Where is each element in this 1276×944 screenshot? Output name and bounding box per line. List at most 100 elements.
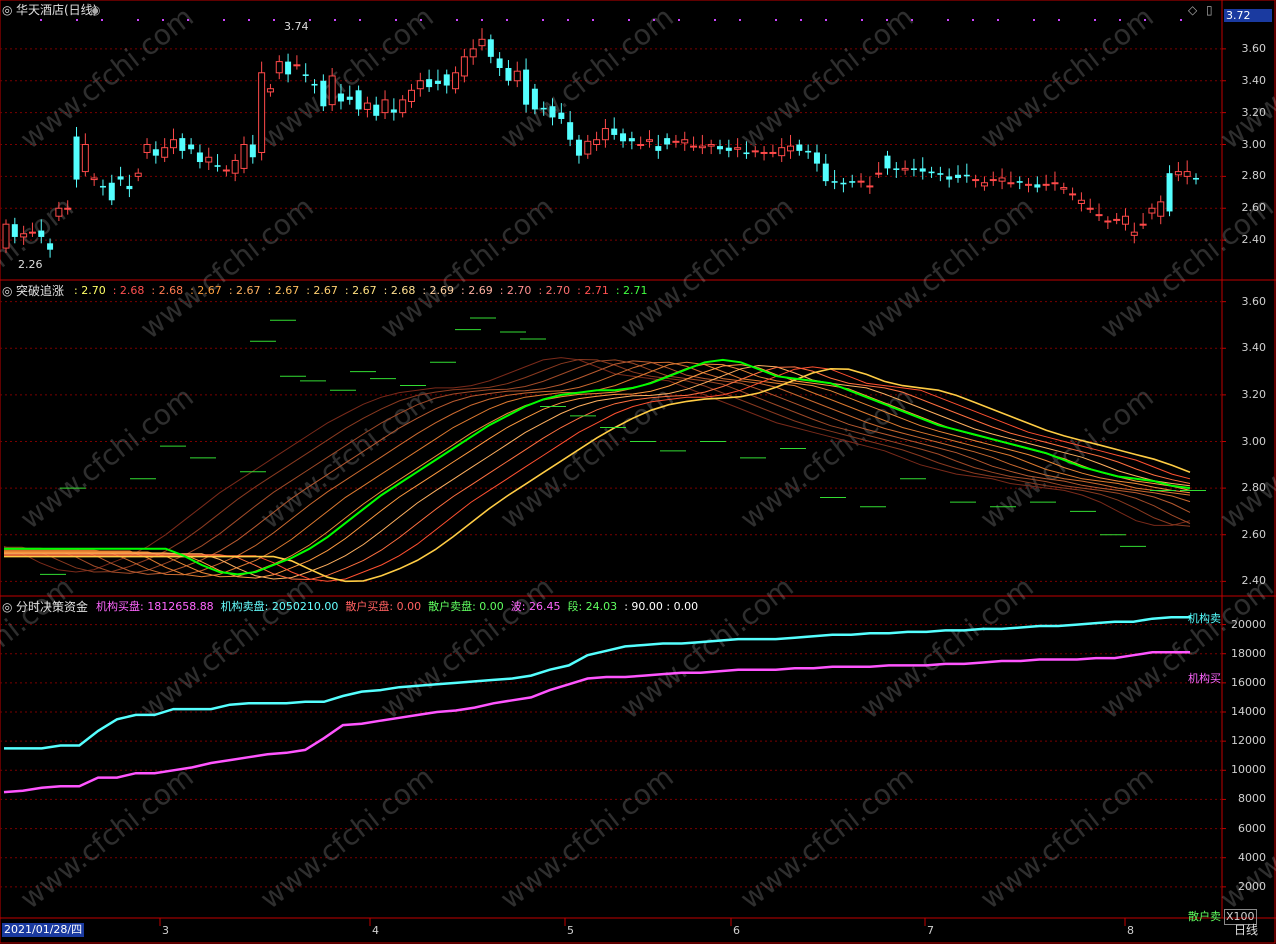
candle-body <box>373 104 380 116</box>
collapse-icon[interactable]: ◎ <box>2 284 12 298</box>
candle-body <box>1077 199 1085 204</box>
candle-body <box>946 176 953 180</box>
candle-body <box>645 139 653 142</box>
candle-body <box>205 156 213 163</box>
candle-body <box>849 181 856 183</box>
signal-dot <box>678 19 680 21</box>
candle-body <box>601 128 609 141</box>
signal-dot <box>309 19 311 21</box>
scroll-icon[interactable]: ▯ <box>1206 3 1213 17</box>
signal-dot <box>628 19 630 21</box>
signal-dot <box>248 19 250 21</box>
settings-icon[interactable]: ◉ <box>90 3 100 17</box>
signal-dot <box>886 19 888 21</box>
signal-dot <box>800 19 802 21</box>
watermark-text: www.cfchi.com <box>854 190 1040 345</box>
y-tick-label: 3.40 <box>1241 341 1267 355</box>
y-tick-label: 14000 <box>1231 705 1266 718</box>
header-value: : 2.68 <box>151 284 184 297</box>
signal-dot <box>1094 19 1096 21</box>
y-tick-label: 8000 <box>1238 792 1266 806</box>
candle-body <box>760 151 768 154</box>
candle-body <box>955 174 961 178</box>
candle-body <box>928 171 935 174</box>
candle-body <box>628 138 635 142</box>
signal-dot <box>359 19 361 21</box>
candle-body <box>1069 193 1077 196</box>
month-label: 7 <box>927 924 934 937</box>
watermark-text: www.cfchi.com <box>1214 380 1276 535</box>
y-tick-label: 16000 <box>1231 675 1266 689</box>
signal-dot <box>76 19 78 21</box>
chart-canvas[interactable]: www.cfchi.com www.cfchi.com www.cfchi.com w… <box>0 0 1276 944</box>
watermark-text: www.cfchi.com <box>974 0 1160 155</box>
period-label[interactable]: 日线 <box>1234 923 1258 937</box>
candle-body <box>875 172 883 175</box>
candle-body <box>99 185 106 188</box>
signal-dot <box>775 19 777 21</box>
signal-dot <box>861 19 863 21</box>
stock-title: 华天酒店(日线) <box>16 3 98 17</box>
signal-dot <box>739 19 741 21</box>
watermark-text: www.cfchi.com <box>494 760 680 915</box>
watermark-text: www.cfchi.com <box>134 190 320 345</box>
y-tick-label: 3.00 <box>1241 434 1267 448</box>
candle-body <box>478 38 486 47</box>
candle-body <box>117 176 124 180</box>
signal-dot <box>506 19 508 21</box>
candle-body <box>434 80 441 84</box>
watermark-text: www.cfchi.com <box>374 570 560 725</box>
watermark-text: www.cfchi.com <box>974 380 1160 535</box>
candle-body <box>734 147 742 150</box>
candle-body <box>1193 177 1199 180</box>
candle-body <box>266 88 274 93</box>
header-value: 机构买盘: 1812658.88 <box>96 600 214 613</box>
candle-body <box>513 70 521 82</box>
collapse-icon[interactable]: ◎ <box>2 600 12 614</box>
candle-body <box>496 58 503 68</box>
candle-body <box>549 106 556 118</box>
header-value: : 2.67 <box>190 284 222 297</box>
candle-body <box>469 48 477 58</box>
candle-body <box>222 169 230 172</box>
diamond-icon[interactable]: ◇ <box>1188 3 1197 17</box>
y-tick-label: 2.80 <box>1241 169 1267 183</box>
watermark-text: www.cfchi.com <box>614 190 800 345</box>
y-tick-label: 18000 <box>1231 646 1266 660</box>
candle-body <box>55 207 63 217</box>
candle-body <box>346 96 353 100</box>
candle-body <box>196 152 203 163</box>
watermark-text: www.cfchi.com <box>734 0 920 155</box>
signal-dot <box>592 19 594 21</box>
month-label: 4 <box>372 924 379 937</box>
candle-body <box>567 122 574 140</box>
signal-dot <box>911 19 913 21</box>
candle-body <box>707 144 715 147</box>
y-tick-label: 3.00 <box>1241 137 1267 151</box>
candle-body <box>540 107 547 110</box>
candle-body <box>81 144 89 173</box>
candle-body <box>1042 183 1050 186</box>
candle-body <box>355 90 362 110</box>
y-tick-label: 3.60 <box>1241 41 1267 55</box>
candle-body <box>285 61 292 75</box>
candle-body <box>161 147 169 158</box>
candle-body <box>1139 223 1147 226</box>
candle-body <box>258 72 266 153</box>
candle-body <box>231 159 239 174</box>
y-tick-label: 3.40 <box>1241 73 1267 87</box>
watermark-text: www.cfchi.com <box>0 570 80 725</box>
candle-body <box>20 233 28 238</box>
candle-body <box>28 231 36 234</box>
inst-buy-label: 机构买 <box>1188 672 1221 685</box>
candle-body <box>1086 207 1094 210</box>
collapse-icon[interactable]: ◎ <box>2 3 12 17</box>
y-tick-label: 3.60 <box>1241 294 1267 308</box>
candle-body <box>901 167 909 171</box>
signal-dot <box>542 19 544 21</box>
signal-dot <box>1033 19 1035 21</box>
signal-dot <box>972 19 974 21</box>
signal-dot <box>334 19 336 21</box>
retail-sell-label: 散户卖 <box>1188 910 1221 923</box>
candle-body <box>1051 182 1059 185</box>
